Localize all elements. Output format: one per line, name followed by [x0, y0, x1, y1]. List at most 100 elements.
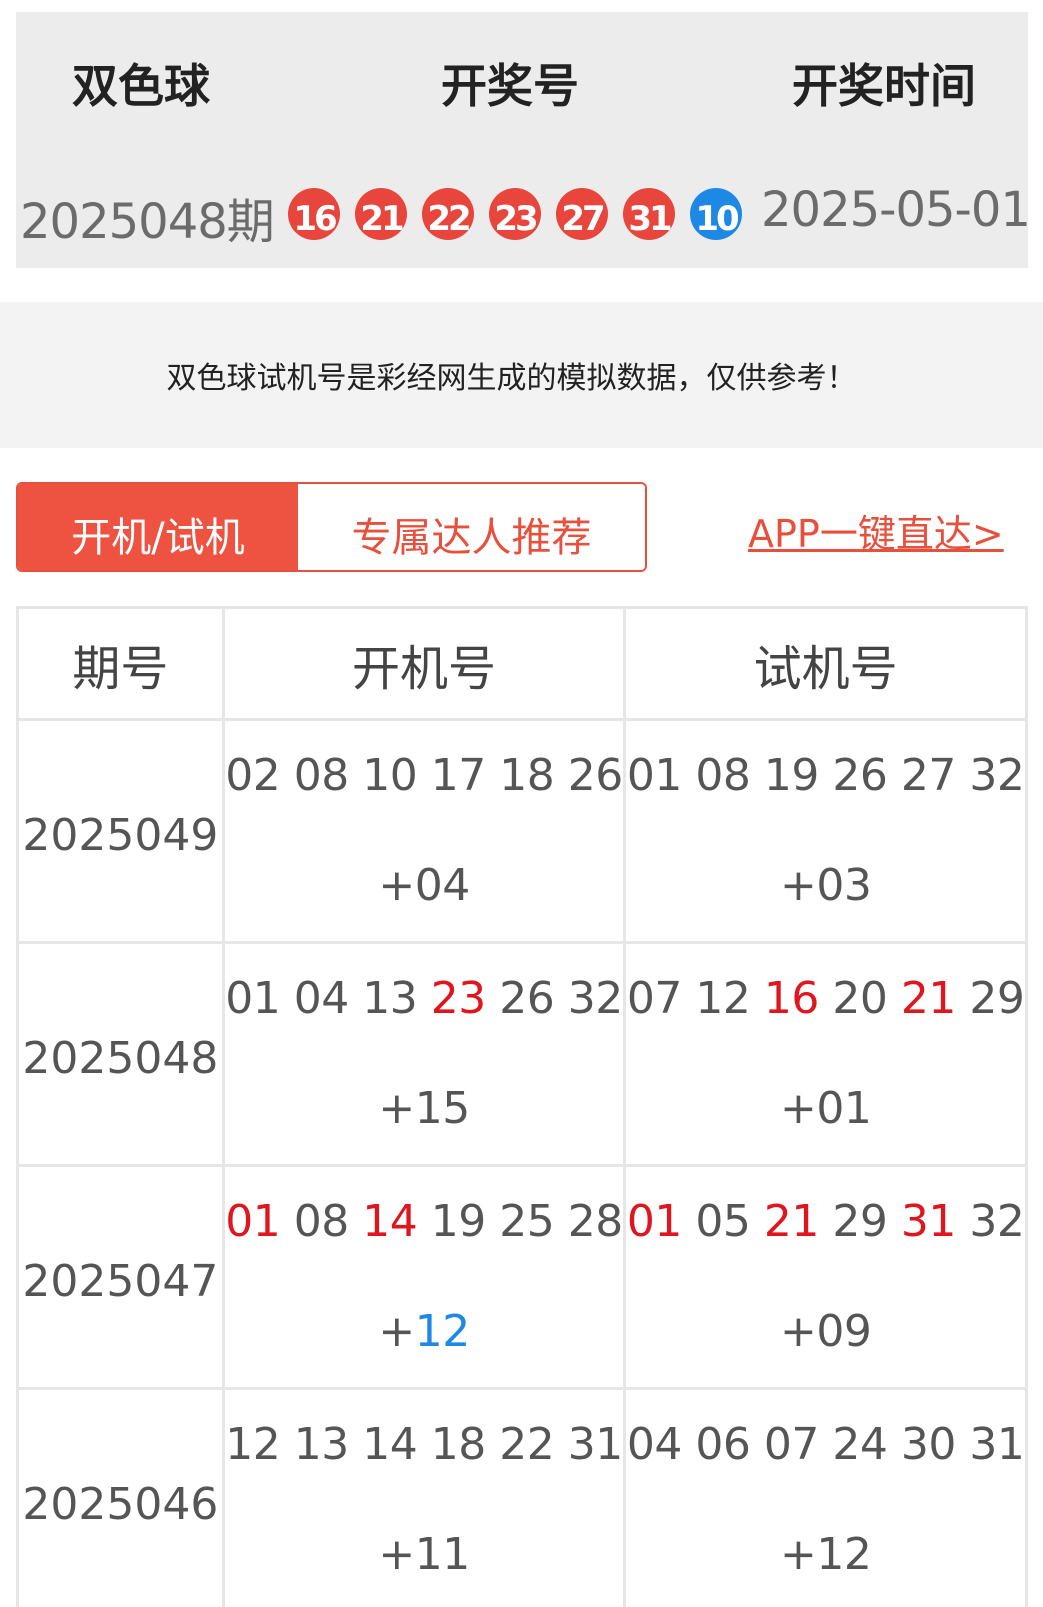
red-numbers: 07 12 16 20 21 29	[626, 944, 1025, 1054]
number: 12	[225, 1419, 281, 1470]
number: 19	[430, 1196, 487, 1247]
number: 04	[626, 1419, 683, 1470]
red-ball: 22	[422, 188, 474, 240]
number: 08	[695, 750, 751, 801]
blue-number: +11	[378, 1529, 471, 1580]
tab-open-test[interactable]: 开机/试机	[18, 484, 298, 570]
number: 31	[900, 1196, 957, 1247]
number: 07	[626, 973, 683, 1024]
draw-date: 2025-05-01	[761, 182, 1031, 238]
number: 09	[816, 1306, 872, 1357]
issue-cell: 2025046	[16, 1387, 225, 1607]
blue-number: +01	[779, 1083, 872, 1134]
number: 15	[414, 1083, 471, 1134]
number: 27	[900, 750, 957, 801]
number: 01	[626, 750, 683, 801]
number: 17	[430, 750, 487, 801]
open-number-cell: 01 08 14 19 25 28 +12	[221, 1164, 627, 1390]
blue-number: +04	[378, 860, 470, 911]
number: 08	[293, 750, 350, 801]
number: 25	[499, 1196, 555, 1247]
blue-ball: 10	[690, 188, 742, 240]
number: 01	[626, 1196, 683, 1247]
number: 08	[293, 1196, 350, 1247]
disclaimer-notice: 双色球试机号是彩经网生成的模拟数据，仅供参考！	[0, 302, 1043, 448]
number: 03	[816, 860, 872, 911]
issue-cell: 2025049	[16, 718, 225, 944]
number: 23	[430, 973, 487, 1024]
red-numbers: 01 04 13 23 26 32	[225, 944, 624, 1054]
red-numbers: 01 08 19 26 27 32	[626, 721, 1025, 831]
number: 28	[567, 1196, 624, 1247]
number: 01	[225, 1196, 281, 1247]
number: 20	[832, 973, 888, 1024]
app-direct-link[interactable]: APP一键直达>	[748, 503, 1004, 558]
column-header-issue: 期号	[16, 606, 225, 721]
tab-expert-recommend[interactable]: 专属达人推荐	[298, 484, 645, 570]
number: 13	[362, 973, 418, 1024]
draw-issue: 2025048期	[20, 194, 275, 250]
draw-result-panel: 双色球 开奖号 开奖时间 2025048期 16 21 22 23 27 31 10 202…	[16, 12, 1031, 268]
column-header-open-number: 开机号	[221, 606, 627, 721]
number: 01	[225, 973, 281, 1024]
draw-time-header: 开奖时间	[792, 59, 976, 113]
number: 07	[763, 1419, 820, 1470]
number: 30	[900, 1419, 957, 1470]
red-numbers: 12 13 14 18 22 31	[225, 1390, 624, 1500]
red-ball: 16	[288, 188, 340, 240]
open-test-table: 期号 开机号 试机号 2025049 02 08 10 17 18 26 +04 01…	[16, 606, 1028, 1607]
draw-number-header: 开奖号	[441, 59, 579, 113]
table-row: 2025048 01 04 13 23 26 32 +15 07 12 16 20 2…	[16, 941, 1028, 1167]
number: 18	[430, 1419, 487, 1470]
number: 24	[832, 1419, 888, 1470]
number: 32	[567, 973, 624, 1024]
open-number-cell: 01 04 13 23 26 32 +15	[221, 941, 627, 1167]
red-numbers: 02 08 10 17 18 26	[225, 721, 624, 831]
red-ball: 31	[623, 188, 675, 240]
column-header-test-number: 试机号	[623, 606, 1028, 721]
open-number-cell: 12 13 14 18 22 31 +11	[221, 1387, 627, 1607]
number: 32	[969, 1196, 1025, 1247]
number: 06	[695, 1419, 751, 1470]
red-numbers: 01 08 14 19 25 28	[225, 1167, 624, 1277]
test-number-cell: 01 08 19 26 27 32 +03	[623, 718, 1028, 944]
table-header-row: 期号 开机号 试机号	[16, 606, 1028, 721]
number: 14	[362, 1196, 418, 1247]
number: 13	[293, 1419, 350, 1470]
blue-number: +03	[779, 860, 872, 911]
red-numbers: 01 05 21 29 31 32	[626, 1167, 1025, 1277]
number: 12	[414, 1306, 471, 1357]
table-row: 2025047 01 08 14 19 25 28 +12 01 05 21 29 3…	[16, 1164, 1028, 1390]
number: 02	[225, 750, 281, 801]
red-ball: 21	[355, 188, 407, 240]
issue-cell: 2025048	[16, 941, 225, 1167]
number: 04	[293, 973, 350, 1024]
number: 14	[362, 1419, 418, 1470]
number: 11	[414, 1529, 471, 1580]
number: 19	[763, 750, 820, 801]
number: 26	[499, 973, 555, 1024]
red-ball: 23	[489, 188, 541, 240]
number: 29	[832, 1196, 888, 1247]
number: 31	[567, 1419, 624, 1470]
table-row: 2025046 12 13 14 18 22 31 +11 04 06 07 24 3…	[16, 1387, 1028, 1607]
number: 26	[832, 750, 888, 801]
red-numbers: 04 06 07 24 30 31	[626, 1390, 1025, 1500]
number: 16	[763, 973, 820, 1024]
open-number-cell: 02 08 10 17 18 26 +04	[221, 718, 627, 944]
draw-balls: 16 21 22 23 27 31 10	[288, 188, 757, 240]
number: 26	[567, 750, 624, 801]
lottery-name-header: 双色球	[72, 59, 210, 113]
test-number-cell: 07 12 16 20 21 29 +01	[623, 941, 1028, 1167]
number: 05	[695, 1196, 751, 1247]
number: 29	[969, 973, 1025, 1024]
number: 12	[816, 1529, 872, 1580]
number: 10	[362, 750, 418, 801]
number: 22	[499, 1419, 555, 1470]
test-number-cell: 01 05 21 29 31 32 +09	[623, 1164, 1028, 1390]
number: 32	[969, 750, 1025, 801]
number: 21	[763, 1196, 820, 1247]
blue-number: +15	[378, 1083, 471, 1134]
issue-cell: 2025047	[16, 1164, 225, 1390]
blue-number: +12	[378, 1306, 471, 1357]
